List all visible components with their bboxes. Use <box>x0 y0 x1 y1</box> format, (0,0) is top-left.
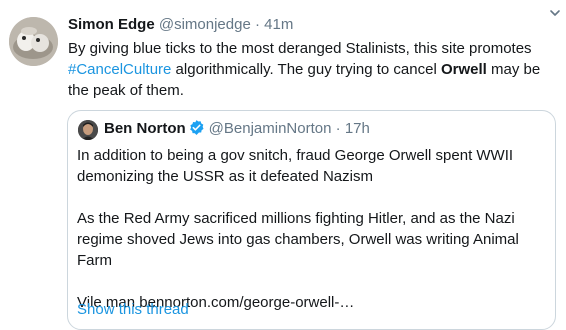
quoted-paragraph: In addition to being a gov snitch, fraud… <box>77 147 514 185</box>
quoted-separator: · <box>335 120 341 137</box>
chevron-down-icon[interactable] <box>548 6 562 20</box>
tweet-header: Simon Edge @simonjedge · 41m <box>68 15 546 35</box>
tweet-text: By giving blue ticks to the most derange… <box>68 38 548 101</box>
quoted-avatar[interactable] <box>78 120 98 140</box>
highlighted-word: Orwell <box>440 61 487 78</box>
verified-badge-icon <box>189 120 204 135</box>
tweet-text-part: By giving blue ticks to the most derange… <box>68 40 532 57</box>
quoted-header: Ben Norton @BenjaminNorton · 17h <box>104 119 370 139</box>
quoted-paragraph: As the Red Army sacrificed millions figh… <box>77 210 519 269</box>
quoted-text: In addition to being a gov snitch, fraud… <box>77 145 547 313</box>
timestamp[interactable]: 41m <box>264 16 293 33</box>
separator: · <box>254 16 260 33</box>
quoted-timestamp[interactable]: 17h <box>345 120 370 137</box>
avatar-image <box>9 17 58 66</box>
author-name[interactable]: Simon Edge <box>68 16 155 33</box>
quoted-tweet[interactable]: Ben Norton @BenjaminNorton · 17h In addit… <box>67 110 556 330</box>
tweet[interactable]: Simon Edge @simonjedge · 41m By giving b… <box>0 0 566 330</box>
quoted-handle[interactable]: @BenjaminNorton <box>209 120 332 137</box>
author-handle[interactable]: @simonjedge <box>159 16 251 33</box>
quoted-avatar-image <box>78 120 98 140</box>
avatar[interactable] <box>9 17 58 66</box>
show-thread-link[interactable]: Show this thread <box>77 299 189 320</box>
hashtag-link[interactable]: #CancelCulture <box>68 61 171 78</box>
quoted-author-name[interactable]: Ben Norton <box>104 120 186 137</box>
tweet-text-part: algorithmically. The guy trying to cance… <box>171 61 441 78</box>
